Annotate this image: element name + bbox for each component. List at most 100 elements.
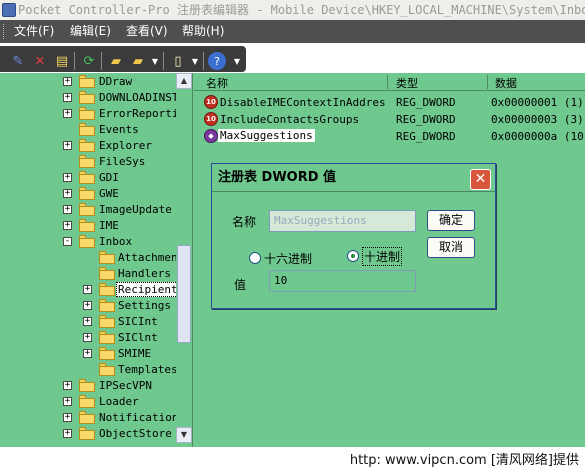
name-label: 名称 [232,215,257,229]
radio-button-icon[interactable] [249,252,261,264]
expand-icon[interactable]: + [83,285,92,294]
expand-icon[interactable]: + [83,317,92,326]
ok-button[interactable]: 确定 [427,210,475,231]
menubar-grip [3,24,6,39]
cancel-button[interactable]: 取消 [427,237,475,258]
column-header-data[interactable]: 数据 [495,75,517,91]
expand-icon[interactable]: + [63,205,72,214]
column-divider[interactable] [487,75,488,89]
list-item-selected[interactable]: ◆ MaxSuggestions REG_DWORD 0x0000000a (1… [194,128,585,145]
tree-item[interactable]: + DOWNLOADINSTA [0,90,185,106]
scrollbar-thumb[interactable] [177,245,191,343]
expand-icon[interactable]: + [63,93,72,102]
value-type: REG_DWORD [396,96,456,109]
tree-item[interactable]: + ObjectStore [0,426,176,442]
tree-item[interactable]: + GWE [0,186,176,202]
tree-item[interactable]: + IME [0,218,176,234]
expand-icon[interactable]: + [63,381,72,390]
tree-item[interactable]: Events [0,122,176,138]
column-header-type[interactable]: 类型 [396,75,418,91]
tree-item-label: Handlers [118,267,171,280]
expand-icon[interactable]: + [63,141,72,150]
expand-icon[interactable]: + [63,413,72,422]
column-divider[interactable] [387,75,388,89]
folder-icon [79,411,95,424]
new-value-icon[interactable]: ▰ [129,52,147,70]
toolbar-separator [101,52,102,70]
chevron-down-icon[interactable]: ▼ [146,52,164,70]
expand-icon[interactable]: + [63,221,72,230]
folder-open-icon [79,235,95,248]
expand-icon[interactable]: + [83,349,92,358]
dword-value-icon: 10 [204,112,218,126]
menu-view[interactable]: 查看(V) [124,20,170,43]
expand-icon[interactable]: + [63,109,72,118]
edit-icon[interactable]: ✎ [9,52,27,70]
list-header: 名称 类型 数据 [194,73,585,91]
list-item[interactable]: 10 DisableIMEContextInAddres... REG_DWOR… [194,94,585,111]
tree-item[interactable]: + SMIME [0,346,176,362]
close-icon[interactable]: ✕ [470,169,491,190]
tree-item[interactable]: + SICInt [0,314,176,330]
tree-item-label: Templates [118,363,178,376]
tree-item[interactable]: + IPSecVPN [0,378,176,394]
tree-item-selected[interactable]: + Recipient [0,282,180,298]
value-name: DisableIMEContextInAddres... [220,96,385,109]
tree-item[interactable]: + DDraw [0,74,176,90]
tree-item-label: ErrorReportin [99,107,186,120]
tree-item[interactable]: + ImageUpdate [0,202,176,218]
tree-item-label: SIClnt [118,331,158,344]
tree-item[interactable]: + SIClnt [0,330,176,346]
tree-item-label: FileSys [99,155,146,168]
clipboard-icon[interactable]: ▯ [169,52,187,70]
value-field[interactable]: 10 [269,270,416,292]
menu-help[interactable]: 帮助(H) [180,20,226,43]
tree-scrollbar[interactable]: ▲ ▼ [176,73,192,447]
tree-item-label: Inbox [99,235,133,248]
tree-item[interactable]: + Settings [0,298,176,314]
tree-item[interactable]: + Loader [0,394,176,410]
tree-item[interactable]: + Notifications [0,410,185,426]
tree-item[interactable]: - Inbox [0,234,176,250]
expand-icon[interactable]: + [83,333,92,342]
properties-icon[interactable]: ▤ [53,52,71,70]
expand-icon[interactable]: + [63,173,72,182]
expand-icon[interactable]: + [63,189,72,198]
chevron-down-icon[interactable]: ▼ [228,52,246,70]
tree-item[interactable]: Handlers [0,266,176,282]
toolbar-separator [74,52,75,70]
dword-value-icon: ◆ [204,129,218,143]
expand-icon[interactable]: + [63,429,72,438]
folder-icon [79,219,95,232]
radio-button-icon[interactable] [347,250,359,262]
tree-item-label: IME [99,219,119,232]
tree-item-label: IPSecVPN [99,379,152,392]
folder-icon [79,379,95,392]
help-icon[interactable]: ? [208,52,226,70]
scroll-down-icon[interactable]: ▼ [176,427,192,443]
value-data: 0x0000000a (10) [491,130,585,143]
new-key-icon[interactable]: ▰ [107,52,125,70]
tree-item[interactable]: Templates [0,362,178,378]
expand-icon[interactable]: + [83,301,92,310]
tree-item[interactable]: Attachmen [0,250,178,266]
delete-icon[interactable]: ✕ [31,52,49,70]
tree-item[interactable]: + Explorer [0,138,176,154]
expand-icon[interactable]: + [63,397,72,406]
menu-file[interactable]: 文件(F) [12,20,56,43]
expand-icon[interactable]: + [63,77,72,86]
scroll-up-icon[interactable]: ▲ [176,73,192,89]
tree-item[interactable]: FileSys [0,154,176,170]
folder-icon [79,91,95,104]
menu-edit[interactable]: 编辑(E) [68,20,113,43]
value-type: REG_DWORD [396,130,456,143]
chevron-down-icon[interactable]: ▼ [186,52,204,70]
column-header-name[interactable]: 名称 [206,75,228,91]
tree-item[interactable]: + GDI [0,170,176,186]
list-item[interactable]: 10 IncludeContactsGroups REG_DWORD 0x000… [194,111,585,128]
collapse-icon[interactable]: - [63,237,72,246]
refresh-icon[interactable]: ⟳ [80,52,98,70]
tree-item-label: Explorer [99,139,152,152]
tree-item-label: Attachmen [118,251,178,264]
tree-item[interactable]: + ErrorReportin [0,106,185,122]
